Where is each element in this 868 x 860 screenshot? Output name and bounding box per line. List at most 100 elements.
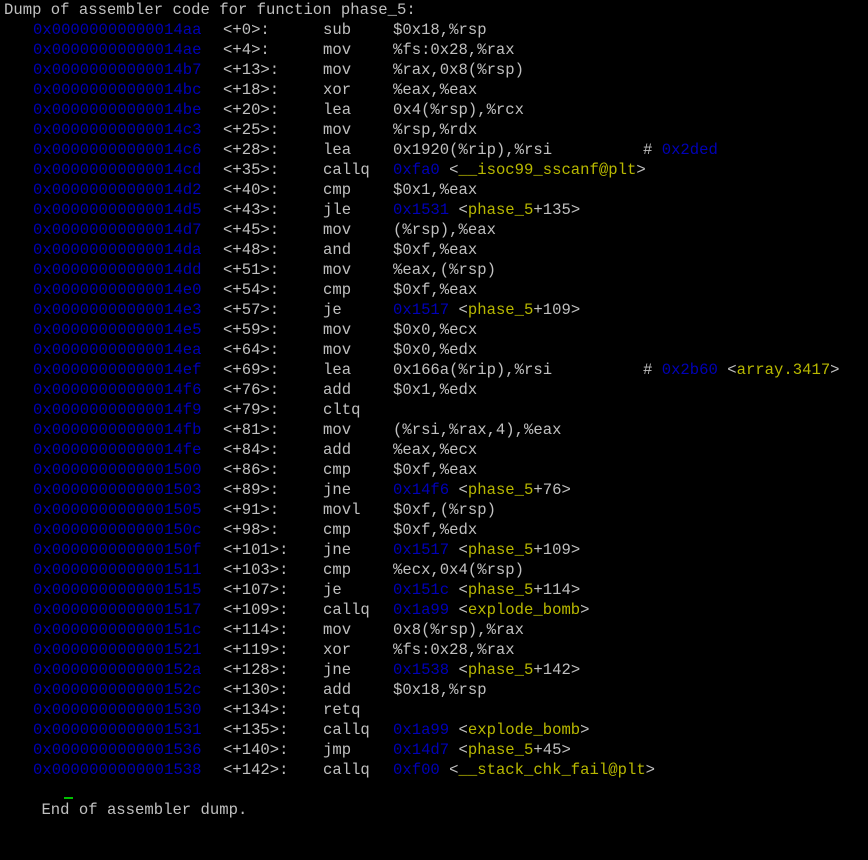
instruction-offset: <+13>: xyxy=(223,61,280,79)
instruction-address: 0x0000000000001521 xyxy=(33,641,202,659)
instruction-operands: 0x166a(%rip),%rsi xyxy=(393,360,552,380)
operand-text: < xyxy=(449,661,468,679)
instruction-row: 0x00000000000014aa <+0>: sub $0x18,%rsp xyxy=(4,20,868,40)
instruction-mnemonic: lea xyxy=(323,361,352,379)
instruction-address: 0x000000000000151c xyxy=(33,621,202,639)
instruction-mnemonic: cmp xyxy=(323,461,352,479)
operand-text: < xyxy=(449,541,468,559)
instruction-operands: 0x1a99 <explode_bomb> xyxy=(393,720,590,740)
instruction-offset: <+4>: xyxy=(223,41,270,59)
operand-text: %rax,0x8(%rsp) xyxy=(393,61,525,79)
operand-text: > xyxy=(636,161,646,179)
instruction-row: 0x0000000000001517 <+109>: callq 0x1a99 <ex… xyxy=(4,600,868,620)
instruction-row: 0x00000000000014fb <+81>: mov (%rsi,%rax,4)… xyxy=(4,420,868,440)
instruction-row: 0x00000000000014b7 <+13>: mov %rax,0x8(%rsp… xyxy=(4,60,868,80)
instruction-row: 0x00000000000014cd <+35>: callq 0xfa0 <__is… xyxy=(4,160,868,180)
instruction-mnemonic: add xyxy=(323,381,352,399)
instruction-operands: 0x1920(%rip),%rsi xyxy=(393,140,552,160)
instruction-mnemonic: jne xyxy=(323,661,352,679)
instruction-address: 0x00000000000014ea xyxy=(33,341,202,359)
instruction-mnemonic: lea xyxy=(323,101,352,119)
instruction-operands: $0x0,%edx xyxy=(393,340,477,360)
instruction-operands: %fs:0x28,%rax xyxy=(393,40,515,60)
instruction-operands: %rax,0x8(%rsp) xyxy=(393,60,524,80)
terminal-window: Dump of assembler code for function phas… xyxy=(0,0,868,819)
operand-text: < xyxy=(449,481,468,499)
instruction-operands: $0xf,%eax xyxy=(393,240,477,260)
instruction-operands: $0x1,%eax xyxy=(393,180,477,200)
instruction-mnemonic: xor xyxy=(323,641,352,659)
instruction-offset: <+25>: xyxy=(223,121,280,139)
operand-text: %eax,%ecx xyxy=(393,441,478,459)
operand-text: +76> xyxy=(533,481,571,499)
instruction-mnemonic: cmp xyxy=(323,181,352,199)
instruction-offset: <+103>: xyxy=(223,561,289,579)
instruction-operands: $0x1,%edx xyxy=(393,380,477,400)
instruction-mnemonic: mov xyxy=(323,261,352,279)
instruction-operands: 0x14d7 <phase_5+45> xyxy=(393,740,571,760)
operand-text: (%rsi,%rax,4),%eax xyxy=(393,421,562,439)
instruction-row: 0x00000000000014f6 <+76>: add $0x1,%edx xyxy=(4,380,868,400)
instruction-row: 0x0000000000001505 <+91>: movl $0xf,(%rsp) xyxy=(4,500,868,520)
instruction-mnemonic: mov xyxy=(323,421,352,439)
instruction-mnemonic: callq xyxy=(323,721,370,739)
instruction-operands: 0x1517 <phase_5+109> xyxy=(393,300,580,320)
instruction-row: 0x000000000000150f <+101>: jne 0x1517 <phas… xyxy=(4,540,868,560)
instruction-mnemonic: cltq xyxy=(323,401,361,419)
instruction-address: 0x00000000000014f6 xyxy=(33,381,202,399)
instruction-address: 0x00000000000014fb xyxy=(33,421,202,439)
operand-text: 0x1920(%rip),%rsi xyxy=(393,141,553,159)
instruction-comment: # 0x2ded xyxy=(643,140,718,160)
instruction-offset: <+142>: xyxy=(223,761,289,779)
symbol-ref: phase_5 xyxy=(467,481,534,499)
instruction-row: 0x000000000000150c <+98>: cmp $0xf,%edx xyxy=(4,520,868,540)
instruction-address: 0x00000000000014bc xyxy=(33,81,202,99)
instruction-operands: 0x4(%rsp),%rcx xyxy=(393,100,524,120)
instruction-address: 0x0000000000001515 xyxy=(33,581,202,599)
instruction-offset: <+91>: xyxy=(223,501,280,519)
instruction-address: 0x00000000000014e5 xyxy=(33,321,202,339)
address-ref: 0x1517 xyxy=(393,301,450,319)
instruction-row: 0x00000000000014d7 <+45>: mov (%rsp),%eax xyxy=(4,220,868,240)
instruction-offset: <+28>: xyxy=(223,141,280,159)
operand-text: $0x18,%rsp xyxy=(393,681,487,699)
operand-text: $0xf,(%rsp) xyxy=(393,501,496,519)
instruction-offset: <+48>: xyxy=(223,241,280,259)
instruction-row: 0x00000000000014fe <+84>: add %eax,%ecx xyxy=(4,440,868,460)
instruction-row: 0x00000000000014f9 <+79>: cltq xyxy=(4,400,868,420)
address-ref: 0x2b60 xyxy=(661,361,718,379)
instruction-offset: <+40>: xyxy=(223,181,280,199)
instruction-offset: <+114>: xyxy=(223,621,289,639)
symbol-ref: __stack_chk_fail@plt xyxy=(458,761,646,779)
instruction-address: 0x000000000000150f xyxy=(33,541,202,559)
instruction-operands: 0x14f6 <phase_5+76> xyxy=(393,480,571,500)
instruction-offset: <+43>: xyxy=(223,201,280,219)
symbol-ref: __isoc99_sscanf@plt xyxy=(458,161,637,179)
instruction-row: 0x00000000000014da <+48>: and $0xf,%eax xyxy=(4,240,868,260)
instruction-row: 0x0000000000001500 <+86>: cmp $0xf,%eax xyxy=(4,460,868,480)
address-ref: 0x151c xyxy=(393,581,450,599)
address-ref: 0xfa0 xyxy=(393,161,440,179)
instruction-operands: 0x1517 <phase_5+109> xyxy=(393,540,580,560)
instruction-mnemonic: jle xyxy=(323,201,352,219)
instruction-operands: $0xf,(%rsp) xyxy=(393,500,496,520)
instruction-address: 0x0000000000001517 xyxy=(33,601,202,619)
operand-text: # xyxy=(643,141,662,159)
instruction-comment: # 0x2b60 <array.3417> xyxy=(643,360,840,380)
operand-text: +135> xyxy=(533,201,581,219)
instruction-mnemonic: xor xyxy=(323,81,352,99)
address-ref: 0x1a99 xyxy=(393,601,450,619)
address-ref: 0x14f6 xyxy=(393,481,450,499)
instruction-mnemonic: cmp xyxy=(323,561,352,579)
instruction-mnemonic: and xyxy=(323,241,352,259)
instruction-row: 0x0000000000001530 <+134>: retq xyxy=(4,700,868,720)
symbol-ref: array.3417 xyxy=(736,361,831,379)
instruction-operands: $0xf,%eax xyxy=(393,280,477,300)
instruction-offset: <+84>: xyxy=(223,441,280,459)
operand-text: (%rsp),%eax xyxy=(393,221,496,239)
instruction-mnemonic: jne xyxy=(323,541,352,559)
operand-text: 0x4(%rsp),%rcx xyxy=(393,101,525,119)
symbol-ref: phase_5 xyxy=(467,541,534,559)
instruction-offset: <+20>: xyxy=(223,101,280,119)
instruction-mnemonic: mov xyxy=(323,61,352,79)
